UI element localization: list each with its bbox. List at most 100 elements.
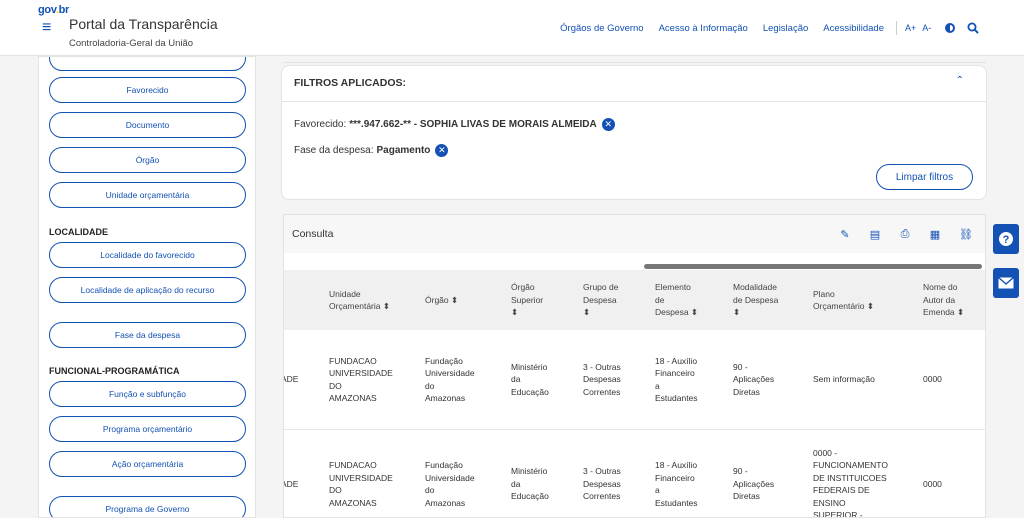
- font-increase-button[interactable]: A+: [905, 23, 916, 33]
- cell-line: SUPERIOR -: [813, 510, 863, 518]
- column-header-line: Emenda ⬍: [923, 307, 965, 318]
- link-icon[interactable]: ⛓: [959, 228, 973, 241]
- table-cell: 90 - Aplicações Diretas: [733, 330, 809, 429]
- truncated-cell: ADE: [284, 374, 299, 385]
- consulta-panel: Consulta ✎ ▤ ⎙ ▦ ⛓ Unidade Orçamentária ⬍…: [283, 214, 986, 518]
- sidebar-item-fase-despesa[interactable]: Fase da despesa: [49, 322, 246, 348]
- cell-line: DO: [329, 380, 342, 391]
- cell-line: Sem informação: [813, 374, 875, 385]
- column-header-line: ⬍: [511, 307, 519, 318]
- sidebar-item-orgao[interactable]: Órgão: [49, 147, 246, 173]
- consulta-actions: ✎ ▤ ⎙ ▦ ⛓: [839, 228, 973, 241]
- logo-br: br: [58, 4, 70, 16]
- table-cell: Ministério da Educação: [511, 330, 579, 429]
- nav-legislacao[interactable]: Legislação: [763, 23, 808, 34]
- table-cell: Fundação Universidade do Amazonas: [425, 429, 507, 517]
- table-cell: 18 - Auxílio Financeiro a Estudantes: [655, 429, 729, 517]
- tools-divider: [896, 21, 897, 35]
- table-cell: 0000: [923, 429, 983, 517]
- cell-line: DE INSTITUICOES: [813, 472, 887, 483]
- chevron-up-icon[interactable]: ⌃: [956, 75, 964, 86]
- column-header-line: Orçamentário ⬍: [813, 301, 874, 311]
- nav-acessibilidade[interactable]: Acessibilidade: [823, 23, 884, 34]
- cell-line: DO: [329, 485, 342, 495]
- column-header-line: Orçamentária ⬍: [329, 301, 390, 311]
- filter-fase-label: Fase da despesa:: [294, 145, 374, 156]
- sidebar-item-favorecido[interactable]: Favorecido: [49, 77, 246, 103]
- nav-acesso-informacao[interactable]: Acesso à Informação: [659, 23, 748, 34]
- horizontal-scrollbar[interactable]: [644, 264, 982, 269]
- sidebar-item-partial[interactable]: [49, 57, 246, 71]
- question-icon: ?: [999, 232, 1013, 246]
- help-button[interactable]: ?: [993, 224, 1019, 254]
- cell-line: AMAZONAS: [329, 393, 377, 403]
- table-cell: FUNDACAO UNIVERSIDADE DO AMAZONAS: [329, 429, 421, 517]
- column-header-line: Superior: [511, 294, 544, 305]
- download-icon[interactable]: ▤: [869, 228, 881, 241]
- sidebar-item-funcao-subfuncao[interactable]: Função e subfunção: [49, 381, 246, 407]
- site-header: gov.br ≡ Portal da Transparência Control…: [0, 0, 1024, 56]
- cell-line: 0000: [923, 374, 942, 385]
- truncated-cell: ADE: [284, 478, 299, 489]
- column-header-line: Elemento: [655, 282, 691, 293]
- cell-line: 18 - Auxílio: [655, 355, 698, 366]
- cell-line: do: [425, 380, 435, 391]
- sidebar-item-documento[interactable]: Documento: [49, 112, 246, 138]
- column-header[interactable]: Grupo de Despesa ⬍: [583, 270, 651, 330]
- filter-favorecido-value: ***.947.662-** - SOPHIA LIVAS DE MORAIS …: [349, 119, 597, 130]
- section-localidade: LOCALIDADE: [49, 227, 108, 237]
- font-decrease-button[interactable]: A-: [922, 23, 931, 33]
- column-header-line: Plano: [813, 288, 835, 299]
- sidebar-item-programa-orcamentario[interactable]: Programa orçamentário: [49, 416, 246, 442]
- nav-orgaos-governo[interactable]: Órgãos de Governo: [560, 23, 643, 34]
- edit-columns-icon[interactable]: ✎: [839, 228, 851, 241]
- cell-line: Aplicações: [733, 478, 775, 489]
- sidebar-item-localidade-aplicacao[interactable]: Localidade de aplicação do recurso: [49, 277, 246, 303]
- cell-line: Despesas: [583, 374, 621, 385]
- filters-title: FILTROS APLICADOS:: [294, 77, 406, 89]
- column-header-line: Despesa ⬍: [655, 307, 699, 318]
- contrast-icon[interactable]: [945, 23, 956, 33]
- column-header[interactable]: Nome do Autor da Emenda ⬍: [923, 270, 983, 330]
- column-header-line: Unidade: [329, 288, 361, 299]
- menu-icon[interactable]: ≡: [42, 19, 51, 37]
- column-header[interactable]: Órgão Superior ⬍: [511, 270, 579, 330]
- cell-line: 3 - Outras: [583, 361, 621, 372]
- contact-button[interactable]: [993, 268, 1019, 298]
- sidebar-item-programa-governo[interactable]: Programa de Governo: [49, 496, 246, 517]
- cell-line: do: [425, 485, 435, 495]
- column-header-line: Autor da: [923, 294, 956, 305]
- remove-filter-icon[interactable]: ✕: [435, 144, 449, 157]
- table-cell: 0000: [923, 330, 983, 429]
- column-header[interactable]: Unidade Orçamentária ⬍: [329, 270, 421, 330]
- search-icon[interactable]: [967, 22, 979, 34]
- cell-line: Correntes: [583, 386, 621, 397]
- page-title[interactable]: Portal da Transparência: [69, 16, 218, 32]
- column-header[interactable]: Órgão ⬍: [425, 270, 507, 330]
- govbr-logo[interactable]: gov.br: [38, 4, 69, 16]
- qrcode-icon[interactable]: ▦: [929, 228, 941, 241]
- cell-line: FUNDACAO: [329, 355, 377, 366]
- print-icon[interactable]: ⎙: [899, 228, 911, 241]
- sidebar-item-unidade-orcamentaria[interactable]: Unidade orçamentária: [49, 182, 246, 208]
- cell-line: 18 - Auxílio: [655, 460, 698, 470]
- sidebar-item-localidade-favorecido[interactable]: Localidade do favorecido: [49, 242, 246, 268]
- remove-filter-icon[interactable]: ✕: [601, 118, 615, 131]
- clear-filters-button[interactable]: Limpar filtros: [876, 164, 973, 190]
- content-divider: [283, 56, 986, 63]
- filter-sidebar: Favorecido Documento Órgão Unidade orçam…: [38, 56, 256, 518]
- cell-line: Educação: [511, 491, 549, 502]
- column-header[interactable]: Elemento de Despesa ⬍: [655, 270, 729, 330]
- sidebar-item-acao-orcamentaria[interactable]: Ação orçamentária: [49, 451, 246, 477]
- cell-line: FEDERAIS DE: [813, 485, 870, 495]
- cell-line: da: [511, 478, 521, 489]
- column-header[interactable]: Plano Orçamentário ⬍: [813, 270, 917, 330]
- cell-line: Fundação: [425, 355, 463, 366]
- column-header-line: Nome do: [923, 282, 958, 293]
- column-header-line: ⬍: [583, 307, 591, 318]
- column-header[interactable]: Modalidade de Despesa ⬍: [733, 270, 809, 330]
- top-nav: Órgãos de Governo Acesso à Informação Le…: [560, 23, 884, 34]
- filter-fase-despesa: Fase da despesa: Pagamento ✕: [294, 144, 449, 157]
- cell-line: Despesas: [583, 478, 621, 489]
- table-cell: 18 - Auxílio Financeiro a Estudantes: [655, 330, 729, 429]
